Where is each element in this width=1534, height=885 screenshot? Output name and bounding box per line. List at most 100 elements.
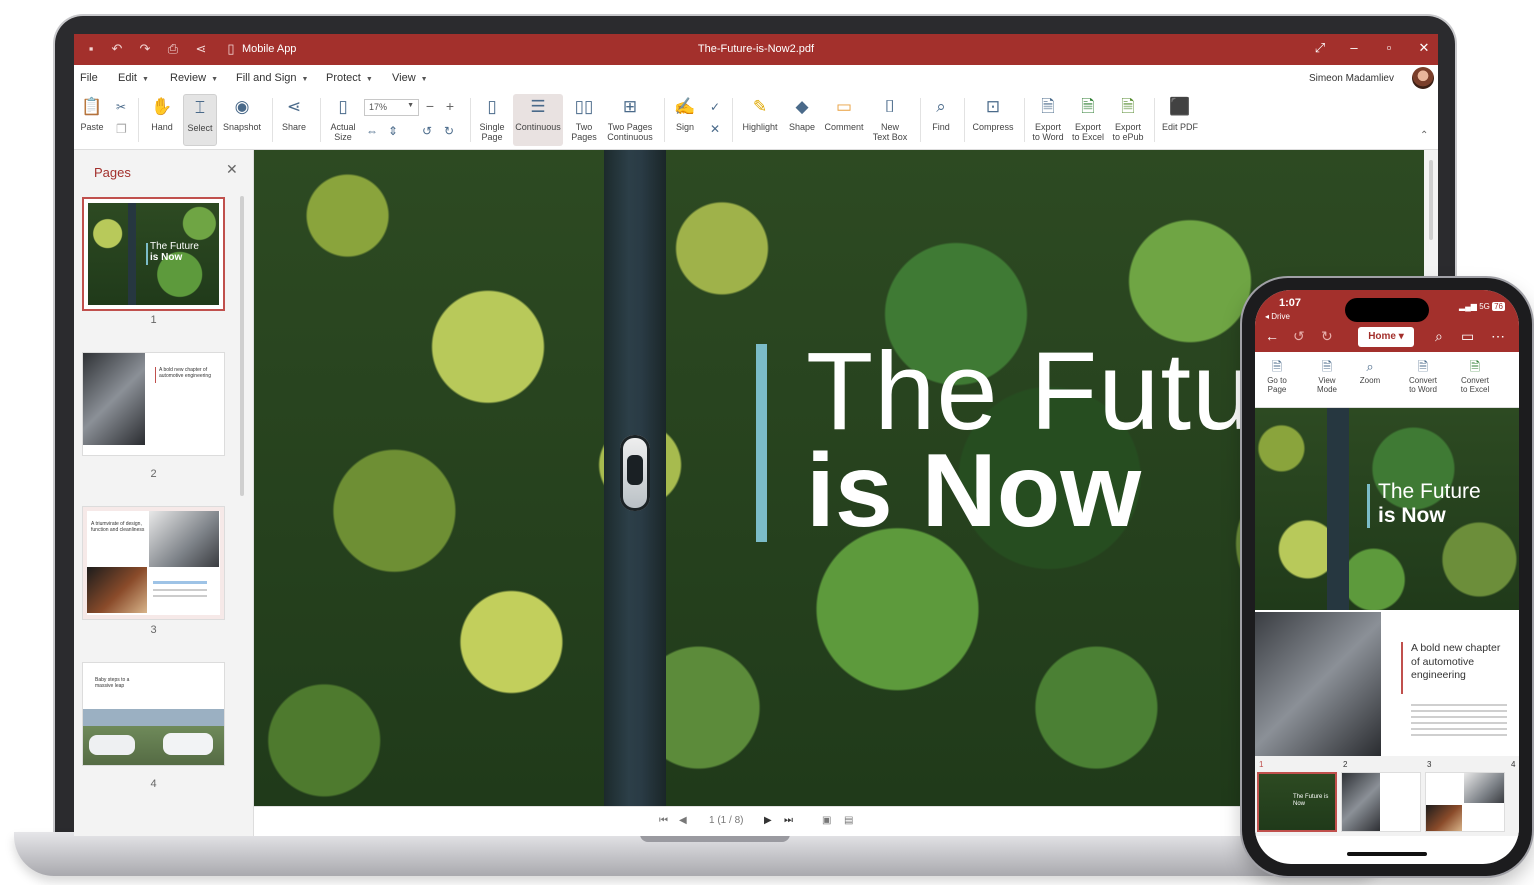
menu-edit[interactable]: Edit ▼ [118, 72, 149, 84]
compress-button[interactable]: ⊡ Compress [970, 94, 1016, 146]
cut-icon[interactable]: ✂ [116, 100, 126, 114]
sign-button[interactable]: ✍ Sign [670, 94, 700, 146]
view-mode-button[interactable]: 🗎 View Mode [1307, 358, 1347, 394]
viewer-scrollbar[interactable] [1429, 160, 1433, 240]
undo-icon[interactable]: ↺ [1293, 328, 1305, 345]
find-button[interactable]: ⌕ Find [926, 94, 956, 146]
single-page-button[interactable]: ▯ Single Page [476, 94, 508, 146]
copy-icon[interactable]: ❐ [116, 122, 127, 136]
cross-icon[interactable]: ✕ [710, 122, 720, 136]
phone-headline-line-1: The Future [1378, 480, 1481, 503]
minimize-button[interactable]: – [1344, 40, 1364, 55]
zoom-in-button[interactable]: + [441, 98, 459, 116]
last-page-icon[interactable]: ⏭ [784, 815, 793, 826]
edit-pdf-button[interactable]: ⬛ Edit PDF [1160, 94, 1200, 146]
menu-file[interactable]: File [80, 72, 98, 84]
page-thumbnail-2[interactable]: A bold new chapter of automotive enginee… [82, 352, 225, 456]
signature-icon: ✍ [674, 97, 696, 116]
fit-page-icon[interactable]: ⇕ [388, 124, 398, 138]
new-text-box-button[interactable]: ⌷ New Text Box [870, 94, 910, 146]
home-tab-dropdown[interactable]: Home ▾ [1358, 327, 1414, 347]
strip-thumbnail-2[interactable] [1341, 772, 1421, 832]
phone-page-1[interactable]: The Future is Now [1255, 408, 1519, 610]
car-image [149, 511, 219, 567]
pages-scrollbar[interactable] [240, 196, 244, 496]
fullscreen-icon[interactable]: ⤢ [1310, 40, 1330, 56]
strip-page-number: 2 [1343, 760, 1348, 769]
export-word-button[interactable]: 🗎 Export to Word [1030, 94, 1066, 146]
maximize-button[interactable]: ▫ [1379, 40, 1399, 55]
share-label: Share [281, 122, 307, 132]
share-button[interactable]: ⋖ Share [278, 94, 310, 146]
continuous-label: Continuous [515, 122, 561, 132]
two-pages-button[interactable]: ▯▯ Two Pages [568, 94, 600, 146]
rotate-right-icon[interactable]: ↻ [444, 124, 454, 138]
thumbnail-title: The Future is Now [150, 241, 199, 263]
highlight-line [153, 581, 207, 584]
menu-fill-sign[interactable]: Fill and Sign ▼ [236, 72, 308, 84]
zoom-out-button[interactable]: − [421, 98, 439, 116]
zoom-select[interactable]: 17% ▼ [364, 99, 419, 116]
car-image [1255, 612, 1381, 756]
convert-excel-label: Convert [1460, 376, 1489, 385]
phone-page-2[interactable]: A bold new chapter of automotive enginee… [1255, 612, 1519, 756]
book-icon[interactable]: ▭ [1461, 328, 1474, 345]
menu-protect[interactable]: Protect ▼ [326, 72, 373, 84]
first-page-icon[interactable]: ⏮ [659, 815, 668, 826]
paste-button[interactable]: 📋 Paste [78, 94, 106, 146]
continuous-button[interactable]: ☰ Continuous [513, 94, 563, 146]
thumbnail-title-line-2: is Now [150, 252, 183, 263]
menu-review[interactable]: Review ▼ [170, 72, 218, 84]
thumbnail-image: Baby steps to a massive leap [83, 663, 224, 765]
page-view-icon[interactable]: ▣ [822, 815, 831, 826]
back-arrow-icon[interactable]: ← [1265, 328, 1279, 344]
page-indicator[interactable]: 1 (1 / 8) [709, 815, 743, 826]
snapshot-button[interactable]: ◉ Snapshot [222, 94, 262, 146]
next-page-icon[interactable]: ▶ [764, 815, 772, 826]
ribbon-toolbar: 📋 Paste ✂ ❐ ✋ Hand ⌶ Select ◉ Snapshot ⋖ Shar… [74, 92, 1438, 150]
ribbon-separator [138, 98, 139, 142]
highlight-button[interactable]: ✎ Highlight [738, 94, 782, 146]
export-excel-button[interactable]: 🗎 Export to Excel [1070, 94, 1106, 146]
single-page-icon: ▯ [487, 97, 497, 116]
zoom-button[interactable]: ⌕ Zoom [1350, 358, 1390, 385]
hand-tool-button[interactable]: ✋ Hand [146, 94, 178, 146]
rotate-left-icon[interactable]: ↺ [422, 124, 432, 138]
comment-icon: ▭ [835, 97, 853, 116]
select-tool-button[interactable]: ⌶ Select [183, 94, 217, 146]
comment-button[interactable]: ▭ Comment [822, 94, 866, 146]
strip-thumbnail-1[interactable]: The Future is Now [1257, 772, 1337, 832]
convert-word-button[interactable]: 🗎 Convert to Word [1403, 358, 1443, 394]
page-thumbnail-1[interactable]: The Future is Now [82, 197, 225, 311]
go-to-page-button[interactable]: 🗎 Go to Page [1257, 358, 1297, 394]
two-pages-continuous-button[interactable]: ⊞ Two Pages Continuous [604, 94, 656, 146]
export-epub-button[interactable]: 🗎 Export to ePub [1110, 94, 1146, 146]
headline-accent-bar [756, 344, 767, 542]
shape-button[interactable]: ◆ Shape [786, 94, 818, 146]
actual-size-button[interactable]: ▯ Actual Size [326, 94, 360, 146]
close-button[interactable]: ✕ [1414, 40, 1434, 56]
user-name[interactable]: Simeon Madamliev [1309, 73, 1394, 84]
page-thumbnail-4[interactable]: Baby steps to a massive leap [82, 662, 225, 766]
search-icon[interactable]: ⌕ [1435, 328, 1443, 345]
two-pages-label-2: Pages [571, 132, 597, 142]
fit-width-icon[interactable]: ⇔ [366, 124, 378, 138]
accent-bar [146, 243, 148, 265]
car-detail-image [87, 567, 147, 613]
strip-thumbnail-3[interactable] [1425, 772, 1505, 832]
close-icon[interactable]: ✕ [226, 161, 238, 178]
go-to-page-icon: 🗎 [1271, 359, 1283, 374]
phone-screen: 1:07 ◂ Drive ▂▄▆ 5G 76 ← ↺ ↻ Home ▾ ⌕ ▭ … [1255, 290, 1519, 864]
previous-page-icon[interactable]: ◀ [679, 815, 687, 826]
check-icon[interactable]: ✓ [710, 100, 720, 114]
back-to-drive-link[interactable]: ◂ Drive [1265, 312, 1290, 321]
collapse-ribbon-icon[interactable]: ⌃ [1420, 130, 1428, 141]
page-thumbnail-3[interactable]: A triumvirate of design, function and cl… [82, 506, 225, 620]
page-settings-icon[interactable]: ▤ [844, 815, 853, 826]
redo-icon[interactable]: ↻ [1321, 328, 1333, 345]
chevron-down-icon: ▾ [1398, 331, 1404, 342]
more-icon[interactable]: ⋯ [1491, 328, 1505, 345]
convert-excel-button[interactable]: 🗎 Convert to Excel [1455, 358, 1495, 394]
avatar[interactable] [1412, 67, 1434, 89]
menu-view[interactable]: View ▼ [392, 72, 428, 84]
